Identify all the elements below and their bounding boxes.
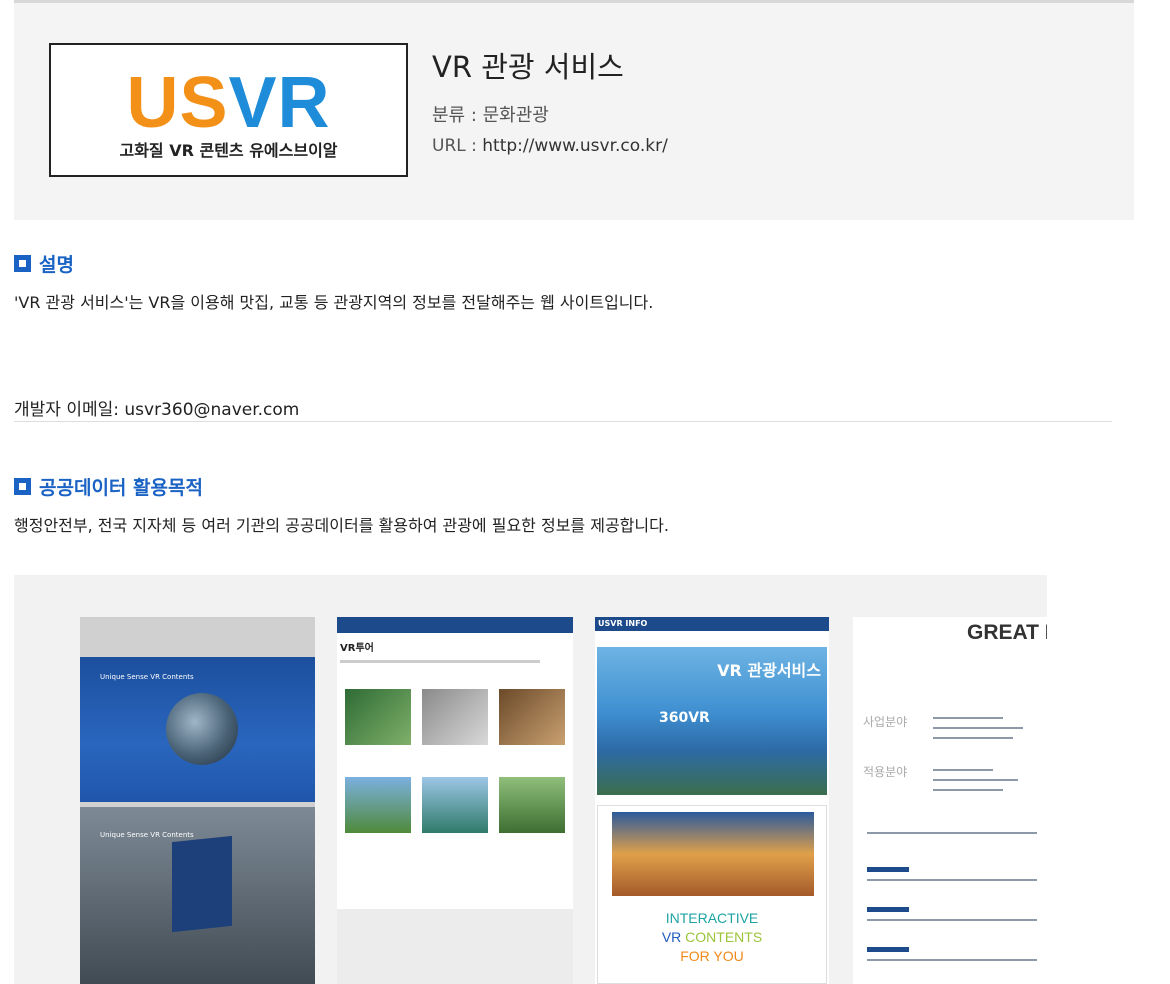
developer-email: 개발자 이메일: usvr360@naver.com: [14, 400, 300, 420]
description-heading: 설명: [14, 250, 74, 277]
tour-photo: [499, 689, 565, 745]
service-url-row: URL : http://www.usvr.co.kr/: [432, 136, 668, 156]
tour-photo: [499, 777, 565, 833]
poster-sunset-image: [612, 812, 814, 896]
thumb-header: USVR INFO: [598, 619, 648, 628]
purpose-text: 행정안전부, 전국 지자체 등 여러 기관의 공공데이터를 활용하여 관광에 필…: [14, 516, 669, 535]
poster-line-2: VR CONTENTS: [661, 929, 763, 945]
gallery-thumb-usvr-info[interactable]: USVR INFO VR 관광서비스 360VR INTERACTIVE VR …: [595, 617, 829, 984]
thumb-text-line: [933, 727, 1023, 729]
thumb-text-line: [867, 959, 1037, 961]
service-title: VR 관광 서비스: [432, 50, 624, 84]
section-bullet-icon: [14, 255, 31, 272]
thumb-text-line: [933, 769, 993, 771]
thumb-label-application: 적용분야: [863, 765, 908, 779]
section-divider: [14, 421, 1112, 422]
thumb-text-line: [867, 919, 1037, 921]
thumb-hero-title: VR 관광서비스: [717, 661, 821, 680]
description-heading-text: 설명: [39, 254, 74, 276]
purpose-heading: 공공데이터 활용목적: [14, 473, 203, 500]
thumb-section-bar: [867, 867, 909, 872]
poster-line-3: FOR YOU: [680, 948, 744, 964]
thumb-text-line: [933, 717, 1003, 719]
tour-photo: [422, 689, 488, 745]
tour-photo: [345, 777, 411, 833]
service-logo: USVR 고화질 VR 콘텐츠 유에스브이알: [49, 43, 408, 177]
thumb-nav-bar: [337, 617, 573, 633]
thumb-label-business: 사업분야: [863, 715, 908, 729]
thumb-text-line: [867, 832, 1037, 834]
thumb-poster: INTERACTIVE VR CONTENTS FOR YOU: [597, 805, 827, 984]
service-url-link[interactable]: http://www.usvr.co.kr/: [482, 136, 668, 156]
vr-card-image: [172, 835, 232, 933]
thumb-text-line: [867, 879, 1037, 881]
thumb-section-bar: [867, 907, 909, 912]
tour-photo: [422, 777, 488, 833]
thumb-title: VR투어: [340, 643, 374, 654]
logo-wordmark: USVR: [126, 63, 331, 143]
section-bullet-icon: [14, 478, 31, 495]
screenshot-gallery: Unique Sense VR Contents Unique Sense VR…: [14, 575, 1047, 984]
url-label: URL :: [432, 136, 483, 156]
thumb-caption: Unique Sense VR Contents: [100, 673, 194, 681]
description-text: 'VR 관광 서비스'는 VR을 이용해 맛집, 교통 등 관광지역의 정보를 …: [14, 293, 654, 312]
tour-photo: [345, 689, 411, 745]
thumb-caption: Unique Sense VR Contents: [100, 831, 194, 839]
thumb-hero-360: 360VR: [659, 710, 710, 726]
gallery-thumb-vr-tour[interactable]: VR투어: [337, 617, 573, 984]
gallery-thumb-great-idea[interactable]: GREAT IDEA 사업분야 적용분야: [853, 617, 1047, 984]
vr-globe-image: [166, 693, 238, 765]
thumb-nav-bar: USVR INFO: [595, 617, 829, 631]
thumb-text-line: [933, 779, 1018, 781]
service-category: 분류 : 문화관광: [432, 105, 549, 126]
thumb-hint-line: [340, 660, 540, 663]
thumb-footer: [337, 909, 573, 984]
gallery-thumb-vr-main[interactable]: Unique Sense VR Contents Unique Sense VR…: [80, 617, 315, 984]
purpose-heading-text: 공공데이터 활용목적: [39, 477, 203, 499]
poster-line-1: INTERACTIVE: [665, 910, 759, 926]
thumb-headline: GREAT IDEA: [967, 621, 1047, 644]
thumb-section-bar: [867, 947, 909, 952]
thumb-text-line: [933, 737, 1013, 739]
thumb-text-line: [933, 789, 1003, 791]
logo-subtitle: 고화질 VR 콘텐츠 유에스브이알: [119, 141, 338, 160]
